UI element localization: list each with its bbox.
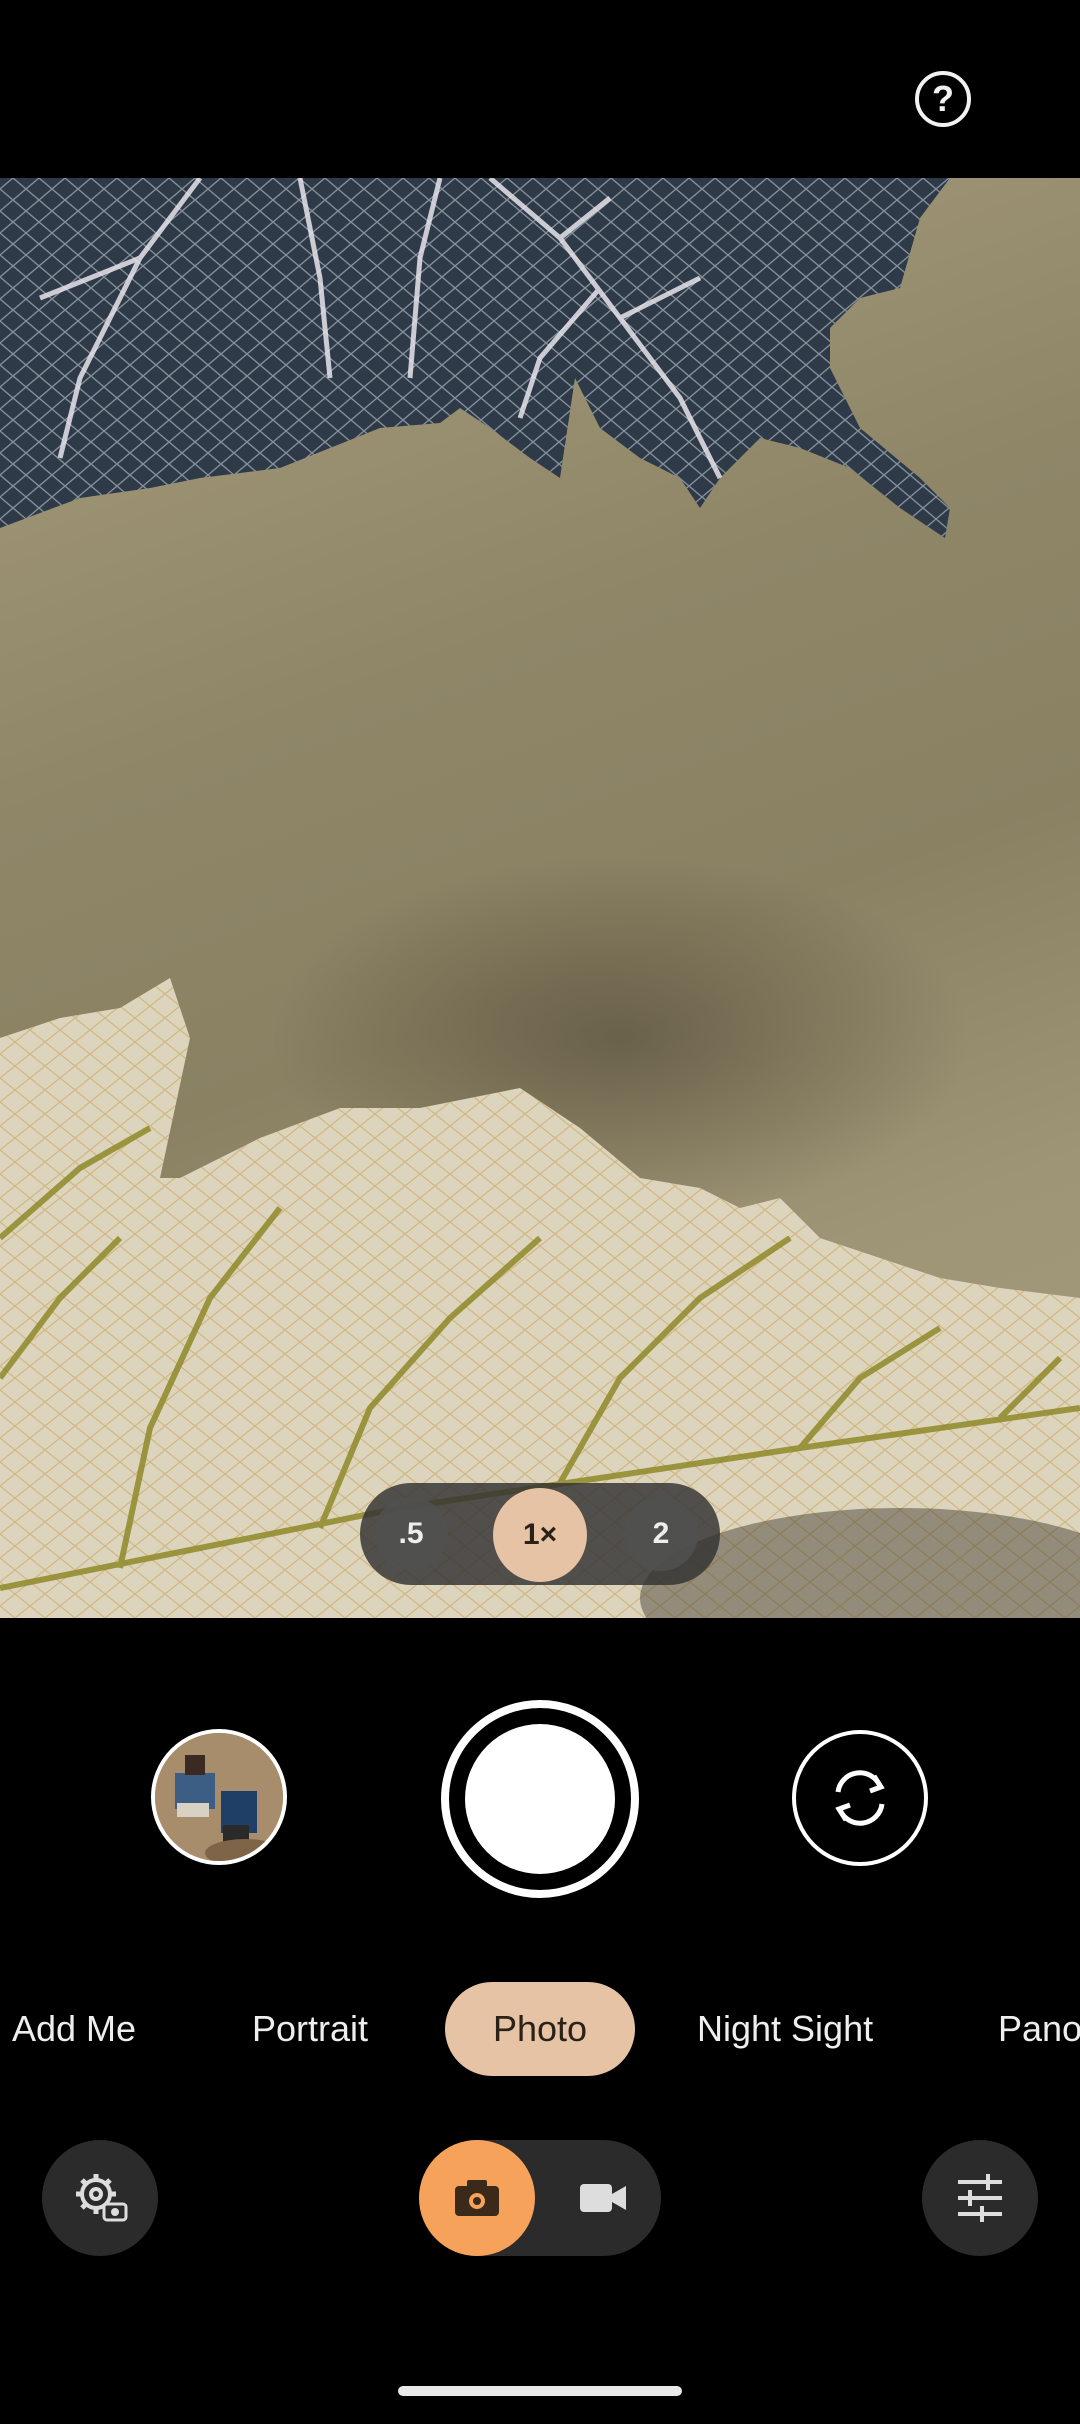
mode-portrait[interactable]: Portrait: [252, 1982, 368, 2076]
camera-settings-button[interactable]: [42, 2140, 158, 2256]
camera-flip-icon[interactable]: [792, 1730, 928, 1866]
photo-camera-icon: [455, 2180, 499, 2216]
home-indicator[interactable]: [398, 2386, 682, 2396]
flip-arrows-icon: [835, 1770, 885, 1826]
mode-pano[interactable]: Pano: [998, 1982, 1080, 2076]
zoom-0-5x-button[interactable]: .5: [374, 1497, 448, 1571]
video-camera-icon: [580, 2184, 626, 2212]
zoom-2x-button[interactable]: 2: [624, 1497, 698, 1571]
viewfinder-scene: [0, 178, 1080, 1618]
photo-mode-toggle[interactable]: [419, 2140, 535, 2256]
video-mode-toggle[interactable]: [545, 2140, 661, 2256]
zoom-1x-button[interactable]: 1×: [493, 1488, 587, 1582]
help-icon[interactable]: ?: [915, 71, 971, 127]
gallery-thumbnail[interactable]: [151, 1729, 287, 1865]
mode-photo[interactable]: Photo: [445, 1982, 635, 2076]
mode-carousel: Add Me Portrait Photo Night Sight Pano: [0, 1982, 1080, 2076]
sliders-icon: [958, 2174, 1002, 2222]
mode-night-sight[interactable]: Night Sight: [697, 1982, 873, 2076]
mode-add-me[interactable]: Add Me: [12, 1982, 136, 2076]
top-bar: ?: [0, 0, 1080, 178]
camera-settings-icon: [76, 2174, 128, 2222]
adjustments-button[interactable]: [922, 2140, 1038, 2256]
camera-viewfinder[interactable]: [0, 178, 1080, 1618]
thumbnail-image: [155, 1733, 283, 1861]
photo-video-toggle: [419, 2140, 661, 2256]
shutter-button-core[interactable]: [465, 1724, 615, 1874]
zoom-selector: .5 1× 2: [360, 1483, 720, 1585]
